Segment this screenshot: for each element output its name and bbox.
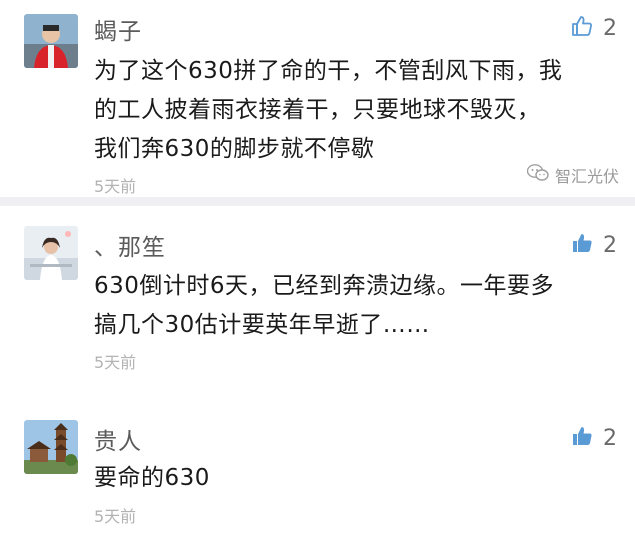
comment-panel: 、那笙 2 630倒计时6天，已经到奔溃边缘。一年要多 搞几个30估计要英年早逝…	[0, 206, 635, 543]
comment-line: 要命的630	[94, 465, 210, 491]
like-button[interactable]: 2	[571, 425, 617, 451]
comment-time: 5天前	[94, 507, 137, 526]
comment-feed: 蝎子 2 为了这个630拼了命的干，不管刮风下雨，我 的工人披着雨衣接着干，只要…	[0, 0, 635, 543]
like-button[interactable]: 2	[571, 232, 617, 258]
like-count: 2	[603, 232, 617, 258]
thumbs-up-outline-icon	[571, 15, 593, 41]
comment-card: 蝎子 2 为了这个630拼了命的干，不管刮风下雨，我 的工人披着雨衣接着干，只要…	[0, 0, 635, 197]
avatar[interactable]	[24, 420, 78, 474]
wechat-icon	[526, 164, 549, 186]
comment-text: 630倒计时6天，已经到奔溃边缘。一年要多 搞几个30估计要英年早逝了……	[94, 267, 624, 345]
comment-text: 为了这个630拼了命的干，不管刮风下雨，我 的工人披着雨衣接着干，只要地球不毁灭…	[94, 52, 624, 169]
comment-line: 630倒计时6天，已经到奔溃边缘。一年要多	[94, 273, 555, 299]
comment-line: 搞几个30估计要英年早逝了……	[94, 312, 430, 338]
watermark-text: 智汇光伏	[554, 167, 619, 186]
comment-author[interactable]: 、那笙	[94, 228, 166, 262]
comment-text: 要命的630	[94, 459, 624, 498]
thumbs-up-filled-icon	[571, 232, 593, 258]
comment-line: 的工人披着雨衣接着干，只要地球不毁灭，	[94, 97, 541, 123]
like-button[interactable]: 2	[571, 15, 617, 41]
watermark: 智汇光伏	[526, 163, 619, 187]
comment-time: 5天前	[94, 177, 137, 196]
comment-line: 为了这个630拼了命的干，不管刮风下雨，我	[94, 58, 563, 84]
comment-time: 5天前	[94, 353, 137, 372]
avatar[interactable]	[24, 226, 78, 280]
thumbs-up-filled-icon	[571, 425, 593, 451]
like-count: 2	[603, 425, 617, 451]
avatar[interactable]	[24, 14, 78, 68]
comment-author[interactable]: 蝎子	[94, 12, 142, 46]
comment-author[interactable]: 贵人	[94, 422, 142, 456]
like-count: 2	[603, 15, 617, 41]
